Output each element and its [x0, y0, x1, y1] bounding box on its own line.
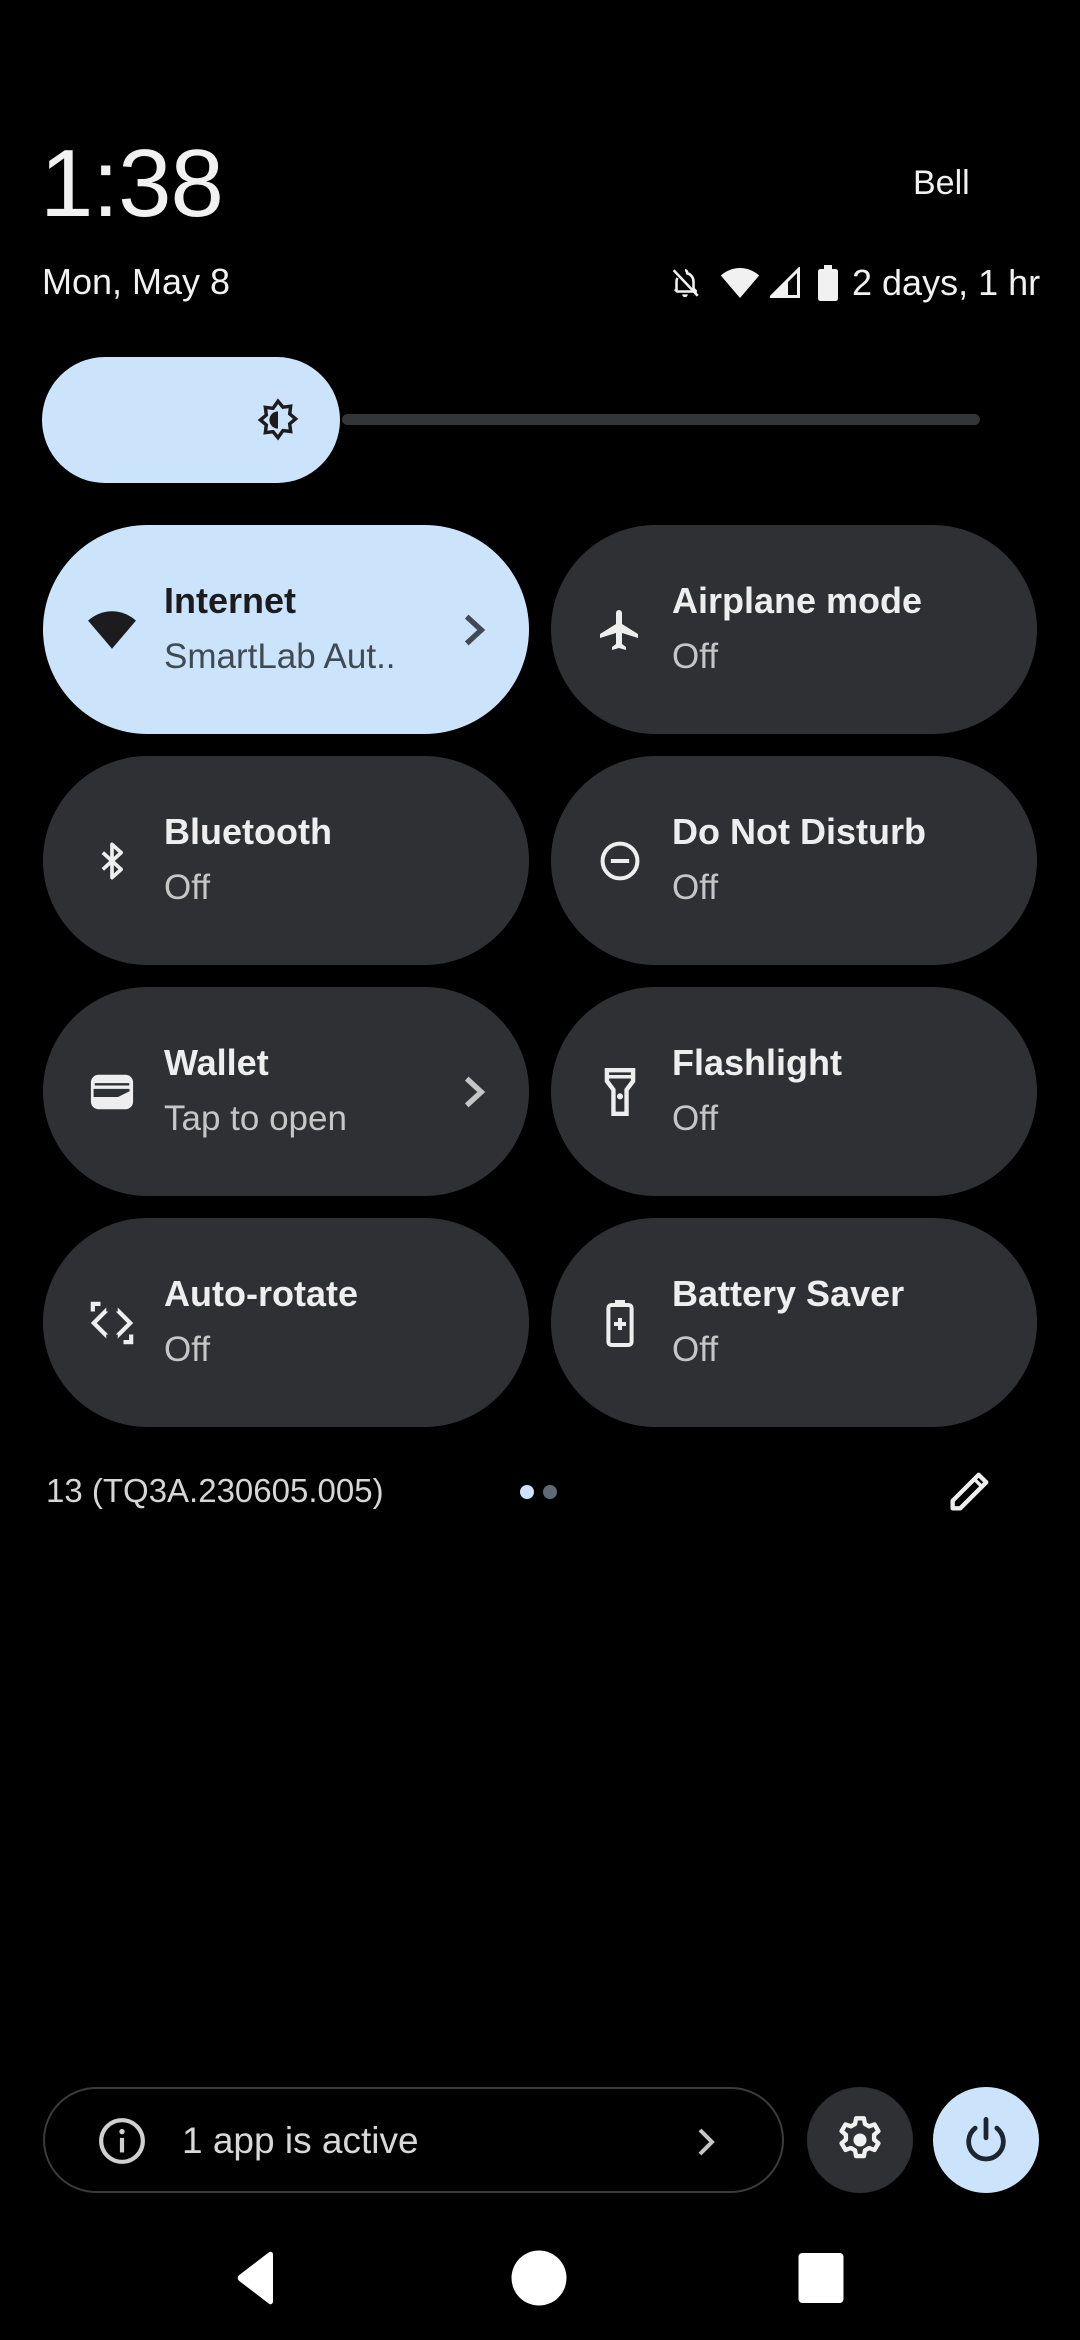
chevron-right-icon[interactable] — [459, 1075, 489, 1109]
pencil-icon — [944, 1472, 996, 1521]
tile-title: Do Not Disturb — [672, 811, 926, 852]
chevron-right-icon[interactable] — [459, 613, 489, 647]
tile-title: Airplane mode — [672, 580, 923, 621]
home-icon — [511, 2250, 567, 2306]
airplane-icon — [595, 605, 645, 655]
recents-icon — [798, 2253, 844, 2303]
status-icons: 2 days, 1 hr — [668, 262, 1040, 304]
wifi-icon — [87, 605, 137, 655]
tile-title: Internet — [164, 580, 297, 621]
carrier-name: Bell — [913, 164, 970, 202]
tile-bluetooth[interactable]: Bluetooth Off — [43, 756, 529, 965]
tile-subtitle: Tap to open — [164, 1099, 347, 1138]
tile-title: Wallet — [164, 1042, 269, 1083]
auto-rotate-icon — [87, 1298, 137, 1348]
tile-subtitle: Off — [164, 868, 211, 907]
tile-internet[interactable]: Internet SmartLab Aut.. — [43, 525, 529, 734]
active-apps-button[interactable]: 1 app is active — [43, 2087, 784, 2193]
tile-subtitle: SmartLab Aut.. — [164, 637, 396, 676]
brightness-slider[interactable] — [42, 357, 980, 483]
tile-wallet[interactable]: Wallet Tap to open — [43, 987, 529, 1196]
brightness-track[interactable] — [342, 414, 980, 425]
back-icon — [237, 2251, 273, 2305]
gear-icon — [839, 2116, 881, 2159]
tile-title: Battery Saver — [672, 1273, 905, 1314]
active-apps-label: 1 app is active — [182, 2120, 419, 2161]
cell-signal-icon — [770, 267, 800, 299]
edit-tiles-button[interactable] — [944, 1465, 996, 1517]
battery-saver-icon — [595, 1298, 645, 1348]
tile-subtitle: Off — [164, 1330, 211, 1369]
battery-icon — [818, 265, 838, 301]
wifi-icon — [720, 266, 760, 300]
info-icon — [97, 2116, 147, 2166]
tile-subtitle: Off — [672, 637, 719, 676]
wallet-icon — [87, 1067, 137, 1117]
do-not-disturb-icon — [595, 836, 645, 886]
nav-back-button[interactable] — [228, 2248, 288, 2308]
tile-do-not-disturb[interactable]: Do Not Disturb Off — [551, 756, 1037, 965]
tile-subtitle: Off — [672, 1099, 719, 1138]
tile-battery-saver[interactable]: Battery Saver Off — [551, 1218, 1037, 1427]
tile-airplane-mode[interactable]: Airplane mode Off — [551, 525, 1037, 734]
page-indicator — [520, 1485, 557, 1499]
tile-flashlight[interactable]: Flashlight Off — [551, 987, 1037, 1196]
tile-title: Bluetooth — [164, 811, 332, 852]
tile-auto-rotate[interactable]: Auto-rotate Off — [43, 1218, 529, 1427]
tile-title: Flashlight — [672, 1042, 842, 1083]
nav-home-button[interactable] — [509, 2248, 569, 2308]
build-number[interactable]: 13 (TQ3A.230605.005) — [46, 1474, 384, 1507]
notifications-muted-icon — [668, 265, 702, 301]
clock[interactable]: 1:38 — [40, 136, 224, 232]
tile-title: Auto-rotate — [164, 1273, 358, 1314]
nav-recents-button[interactable] — [791, 2248, 851, 2308]
bluetooth-icon — [87, 836, 137, 886]
chevron-right-icon — [694, 2125, 718, 2159]
date[interactable]: Mon, May 8 — [42, 264, 230, 300]
flashlight-icon — [595, 1067, 645, 1117]
brightness-auto-icon — [255, 397, 301, 443]
page-dot-active — [520, 1485, 534, 1499]
settings-button[interactable] — [807, 2087, 913, 2193]
power-icon — [966, 2117, 1006, 2162]
page-dot — [543, 1485, 557, 1499]
power-button[interactable] — [933, 2087, 1039, 2193]
battery-remaining-text: 2 days, 1 hr — [852, 262, 1041, 303]
tile-subtitle: Off — [672, 868, 719, 907]
tile-subtitle: Off — [672, 1330, 719, 1369]
